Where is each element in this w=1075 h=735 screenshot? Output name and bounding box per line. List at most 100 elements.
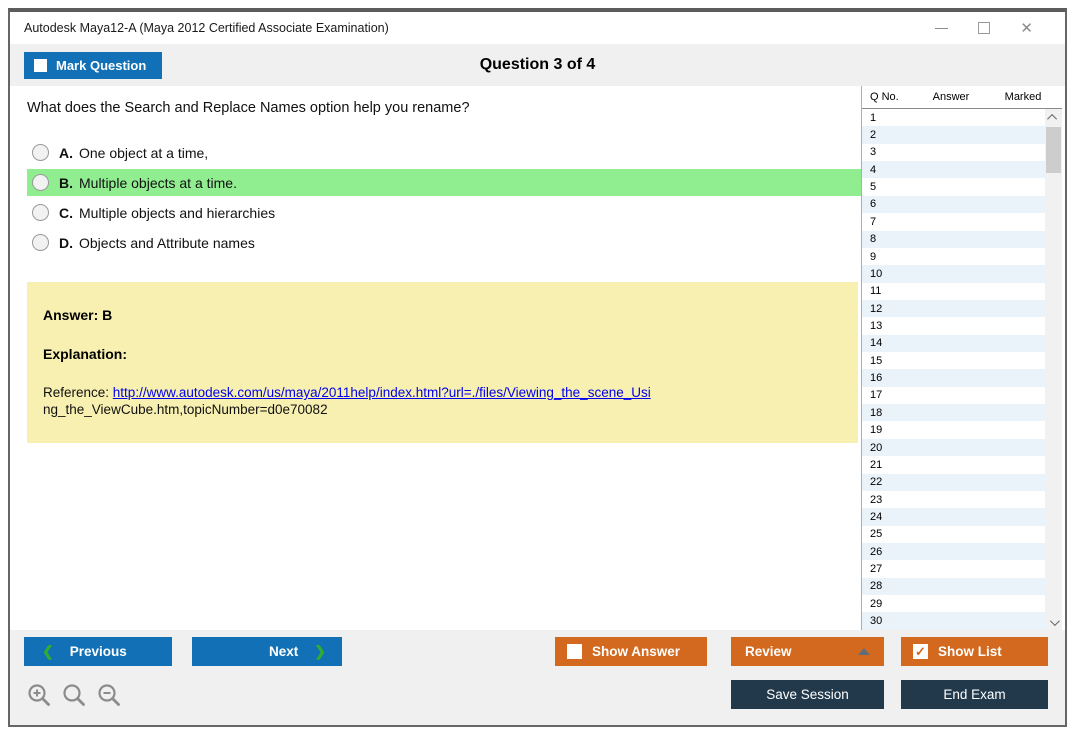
header-answer: Answer xyxy=(932,91,970,103)
question-counter: Question 3 of 4 xyxy=(479,56,596,73)
show-list-button[interactable]: ✓ Show List xyxy=(901,637,1048,666)
show-list-checkbox-icon[interactable]: ✓ xyxy=(913,644,928,659)
mark-question-label: Mark Question xyxy=(56,57,147,73)
question-list-row[interactable]: 2 xyxy=(862,126,1045,144)
option-row[interactable]: B. Multiple objects at a time. xyxy=(27,169,861,196)
header-qno: Q No. xyxy=(870,91,899,103)
header-marked: Marked xyxy=(1004,91,1042,103)
question-list-row[interactable]: 4 xyxy=(862,161,1045,179)
row-qno: 2 xyxy=(870,129,877,142)
question-list-row[interactable]: 19 xyxy=(862,421,1045,439)
question-list-row[interactable]: 6 xyxy=(862,195,1045,214)
question-list-row[interactable]: 18 xyxy=(862,404,1045,422)
option-row[interactable]: C. Multiple objects and hierarchies xyxy=(27,199,861,226)
option-letter: A. xyxy=(59,144,73,161)
maximize-icon[interactable] xyxy=(978,22,991,34)
zoom-icon[interactable] xyxy=(61,682,87,708)
zoom-in-icon[interactable] xyxy=(26,682,52,708)
save-session-button[interactable]: Save Session xyxy=(731,680,884,709)
scrollbar-thumb[interactable] xyxy=(1046,127,1061,173)
row-qno: 23 xyxy=(870,493,883,506)
question-list-row[interactable]: 7 xyxy=(862,213,1045,231)
question-list-row[interactable]: 15 xyxy=(862,352,1045,370)
save-session-label: Save Session xyxy=(766,687,849,702)
option-letter: B. xyxy=(59,174,73,191)
question-list-row[interactable]: 25 xyxy=(862,525,1045,543)
row-qno: 19 xyxy=(870,424,883,437)
question-list-row[interactable]: 10 xyxy=(862,265,1045,283)
question-list: 1 2 3 4 5 6 7 8 9 10 11 12 13 14 15 16 17 18 19 20 21 22 23 24 2… xyxy=(862,109,1045,630)
row-qno: 29 xyxy=(870,597,883,610)
radio-button-icon[interactable] xyxy=(32,204,49,221)
close-icon[interactable]: ✕ xyxy=(1020,21,1033,36)
row-qno: 4 xyxy=(870,163,877,176)
window-controls: ✕ xyxy=(935,21,1051,36)
question-list-row[interactable]: 8 xyxy=(862,230,1045,248)
row-qno: 18 xyxy=(870,406,883,419)
previous-button[interactable]: ❮ Previous xyxy=(24,637,172,666)
option-text: Multiple objects and hierarchies xyxy=(79,204,276,221)
question-list-row[interactable]: 20 xyxy=(862,438,1045,457)
question-list-row[interactable]: 11 xyxy=(862,282,1045,300)
question-list-row[interactable]: 9 xyxy=(862,247,1045,266)
end-exam-label: End Exam xyxy=(943,687,1006,702)
row-qno: 22 xyxy=(870,476,883,489)
question-list-row[interactable]: 1 xyxy=(862,109,1045,127)
question-list-panel: Q No. Answer Marked 1 2 3 4 5 6 7 8 9 10 11 12 13 14 1… xyxy=(861,86,1062,630)
option-row[interactable]: D. Objects and Attribute names xyxy=(27,229,861,256)
next-label: Next xyxy=(269,644,299,659)
row-qno: 28 xyxy=(870,580,883,593)
question-list-row[interactable]: 16 xyxy=(862,369,1045,387)
option-letter: C. xyxy=(59,204,73,221)
review-label: Review xyxy=(745,644,792,659)
question-list-row[interactable]: 23 xyxy=(862,490,1045,509)
question-header-bar: Question 3 of 4 Mark Question xyxy=(10,44,1065,86)
show-list-label: Show List xyxy=(938,644,1002,659)
review-button[interactable]: Review xyxy=(731,637,884,666)
options-list: A. One object at a time, B. Multiple object… xyxy=(27,139,861,256)
option-text: One object at a time, xyxy=(79,144,209,161)
question-list-row[interactable]: 30 xyxy=(862,612,1045,630)
option-row[interactable]: A. One object at a time, xyxy=(27,139,861,166)
show-answer-button[interactable]: Show Answer xyxy=(555,637,707,666)
question-list-row[interactable]: 12 xyxy=(862,299,1045,318)
end-exam-button[interactable]: End Exam xyxy=(901,680,1048,709)
radio-button-icon[interactable] xyxy=(32,144,49,161)
row-qno: 26 xyxy=(870,545,883,558)
question-text: What does the Search and Replace Names o… xyxy=(27,100,470,116)
radio-button-icon[interactable] xyxy=(32,234,49,251)
question-list-row[interactable]: 26 xyxy=(862,542,1045,561)
question-list-header: Q No. Answer Marked xyxy=(862,86,1062,109)
exam-window: Autodesk Maya12-A (Maya 2012 Certified A… xyxy=(8,8,1067,727)
question-list-row[interactable]: 24 xyxy=(862,508,1045,526)
show-answer-checkbox-icon[interactable] xyxy=(567,644,582,659)
row-qno: 11 xyxy=(870,285,882,298)
question-list-row[interactable]: 22 xyxy=(862,473,1045,491)
reference-prefix: Reference: xyxy=(43,385,113,400)
zoom-out-icon[interactable] xyxy=(96,682,122,708)
reference-link[interactable]: http://www.autodesk.com/us/maya/2011help… xyxy=(113,385,651,400)
question-content: What does the Search and Replace Names o… xyxy=(10,86,861,630)
row-qno: 24 xyxy=(870,510,883,523)
mark-question-button[interactable]: Mark Question xyxy=(24,51,163,79)
minimize-icon[interactable] xyxy=(935,27,949,29)
radio-button-icon[interactable] xyxy=(32,174,49,191)
scroll-up-icon[interactable] xyxy=(1045,109,1062,125)
question-list-row[interactable]: 17 xyxy=(862,386,1045,405)
question-list-row[interactable]: 3 xyxy=(862,143,1045,162)
question-list-row[interactable]: 21 xyxy=(862,456,1045,474)
row-qno: 9 xyxy=(870,250,877,263)
question-list-row[interactable]: 14 xyxy=(862,334,1045,353)
title-bar: Autodesk Maya12-A (Maya 2012 Certified A… xyxy=(10,12,1065,44)
triangle-up-icon xyxy=(858,648,870,655)
next-button[interactable]: Next ❯ xyxy=(192,637,342,666)
question-list-row[interactable]: 29 xyxy=(862,595,1045,613)
question-list-row[interactable]: 13 xyxy=(862,317,1045,335)
scroll-down-icon[interactable] xyxy=(1045,614,1062,630)
question-list-row[interactable]: 28 xyxy=(862,577,1045,596)
question-list-row[interactable]: 27 xyxy=(862,560,1045,578)
question-list-row[interactable]: 5 xyxy=(862,178,1045,196)
question-list-scrollbar[interactable] xyxy=(1045,109,1062,630)
row-qno: 12 xyxy=(870,302,883,315)
mark-question-checkbox-icon[interactable] xyxy=(34,58,47,72)
